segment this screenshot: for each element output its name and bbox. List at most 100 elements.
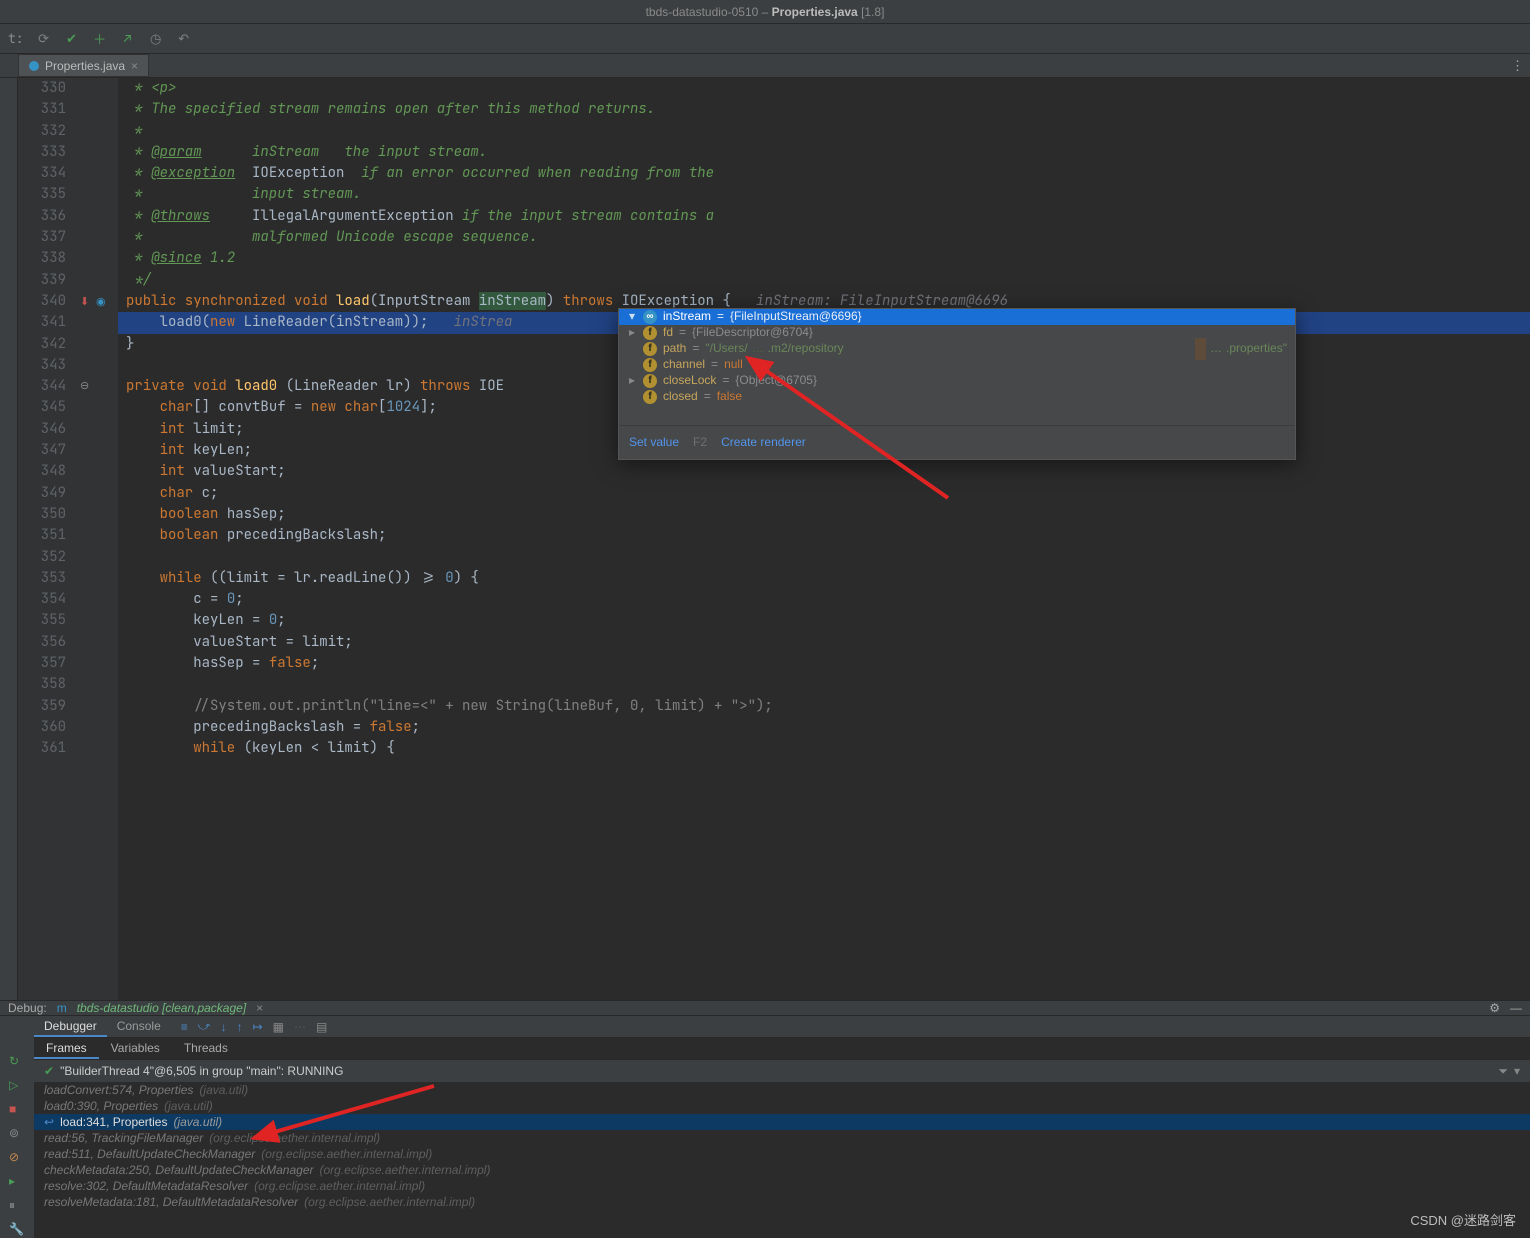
stack-frame[interactable]: load0:390, Properties (java.util) [34, 1098, 1530, 1114]
editor-tabstrip: Properties.java × ⋮ [0, 54, 1530, 78]
line-number: 357 [18, 653, 66, 674]
tab-properties-java[interactable]: Properties.java × [18, 54, 149, 77]
debug-header: Debug: m tbds-datastudio [clean,package]… [0, 1001, 1530, 1016]
debug-label: Debug: [8, 1001, 47, 1015]
step-into-icon[interactable]: ↓ [221, 1020, 227, 1034]
line-number: 358 [18, 674, 66, 695]
line-number: 335 [18, 184, 66, 205]
show-breakpoints-icon[interactable]: ⊚ [9, 1126, 25, 1142]
run-icon[interactable]: ▸ [9, 1174, 25, 1190]
line-number: 351 [18, 525, 66, 546]
frame-text: resolveMetadata:181, DefaultMetadataReso… [44, 1195, 298, 1209]
stack-frame[interactable]: read:56, TrackingFileManager(org.eclipse… [34, 1130, 1530, 1146]
debug-config-name[interactable]: tbds-datastudio [clean,package] [77, 1001, 246, 1015]
close-tab-icon[interactable]: × [256, 1001, 263, 1015]
evaluate-icon[interactable]: ▦ [273, 1020, 284, 1034]
title-file: Properties.java [772, 5, 858, 19]
stack-frame[interactable]: loadConvert:574, Properties(java.util) [34, 1082, 1530, 1098]
frames-panel: Debugger Console ≡ ⤻ ↓ ↑ ↦ ▦ ⋯ ▤ Frames … [34, 1016, 1530, 1238]
tab-label: Properties.java [45, 59, 125, 73]
line-number: 337 [18, 227, 66, 248]
check-icon[interactable]: ✔ [64, 31, 80, 47]
create-renderer-link[interactable]: Create renderer [721, 432, 806, 453]
frame-package: (org.eclipse.aether.internal.impl) [261, 1147, 432, 1161]
settings-icon[interactable]: ⚙ [1489, 1001, 1500, 1015]
tools-icon[interactable]: 🔧 [9, 1222, 25, 1238]
line-number-gutter: 3303313323333343353363373383393403413423… [18, 78, 78, 1000]
pause-icon[interactable]: ⏸ [9, 1198, 25, 1214]
stack-frame[interactable]: resolve:302, DefaultMetadataResolver(org… [34, 1178, 1530, 1194]
thread-selector[interactable]: ✔ "BuilderThread 4"@6,505 in group "main… [34, 1060, 1530, 1082]
undo-icon[interactable]: ↶ [176, 31, 192, 47]
funnel-icon[interactable]: ▾ [1514, 1064, 1520, 1079]
line-number: 343 [18, 355, 66, 376]
frame-text: read:56, TrackingFileManager [44, 1131, 203, 1145]
plus-icon[interactable]: ＋ [92, 31, 108, 47]
line-number: 359 [18, 696, 66, 717]
filter-icon[interactable]: ⏷ [1498, 1064, 1508, 1079]
popup-field-row[interactable]: fpath = "/Users/….m2/repository ….proper… [619, 341, 1295, 357]
stop-icon[interactable]: ■ [9, 1102, 25, 1118]
line-number: 342 [18, 334, 66, 355]
set-value-shortcut: F2 [693, 432, 707, 453]
override-icon[interactable]: ⬇ [80, 292, 89, 313]
frames-list[interactable]: loadConvert:574, Properties(java.util)lo… [34, 1082, 1530, 1210]
mute-breakpoints-icon[interactable]: ⊘ [9, 1150, 25, 1166]
title-sdk: [1.8] [861, 5, 884, 19]
line-number: 348 [18, 461, 66, 482]
run-to-cursor-icon[interactable]: ↦ [253, 1020, 263, 1034]
history-icon[interactable]: ◷ [148, 31, 164, 47]
line-number: 338 [18, 248, 66, 269]
tabs-more-icon[interactable]: ⋮ [1511, 57, 1524, 74]
toolbar-label: t: [8, 30, 24, 47]
set-value-link[interactable]: Set value [629, 432, 679, 453]
minimize-icon[interactable]: — [1510, 1001, 1522, 1015]
stack-frame[interactable]: ↩load:341, Properties(java.util) [34, 1114, 1530, 1130]
chevron-right-icon[interactable] [627, 386, 637, 407]
field-value: {Object@6705} [735, 370, 817, 391]
line-number: 349 [18, 483, 66, 504]
rerun-icon[interactable]: ↻ [9, 1054, 25, 1070]
collapse-icon[interactable]: ⊖ [80, 376, 89, 397]
more-debug-icon[interactable]: ⋯ [294, 1020, 306, 1034]
line-number: 346 [18, 419, 66, 440]
subtab-variables[interactable]: Variables [99, 1038, 172, 1059]
step-out-icon[interactable]: ↑ [237, 1020, 243, 1034]
popup-field-row[interactable]: fclosed = false [619, 389, 1295, 405]
debug-tabs: Debugger Console ≡ ⤻ ↓ ↑ ↦ ▦ ⋯ ▤ [34, 1016, 1530, 1038]
debug-toolwindow: Debug: m tbds-datastudio [clean,package]… [0, 1000, 1530, 1235]
threads-icon[interactable]: ≡ [181, 1020, 188, 1034]
editor-main: Reader Mode ✔ 33033133233333433533633733… [0, 78, 1530, 1000]
code-body[interactable]: * <p> * The specified stream remains ope… [118, 78, 1530, 1000]
close-icon[interactable]: × [131, 59, 138, 73]
frame-text: load:341, Properties [60, 1115, 167, 1129]
stack-frame[interactable]: resolveMetadata:181, DefaultMetadataReso… [34, 1194, 1530, 1210]
frame-package: (org.eclipse.aether.internal.impl) [304, 1195, 475, 1209]
tab-console[interactable]: Console [107, 1016, 171, 1037]
resume-icon[interactable]: ▷ [9, 1078, 25, 1094]
debug-variable-popup[interactable]: ▾ ∞ inStream = {FileInputStream@6696} ▸f… [618, 308, 1296, 460]
frame-package: (java.util) [199, 1083, 248, 1097]
layout-icon[interactable]: ▤ [316, 1020, 327, 1034]
thread-label: "BuilderThread 4"@6,505 in group "main":… [60, 1064, 343, 1078]
subtab-threads[interactable]: Threads [172, 1038, 240, 1059]
line-number: 341 [18, 312, 66, 333]
sync-icon[interactable]: ⟳ [36, 31, 52, 47]
toolwindow-stripe-left[interactable] [0, 78, 18, 1000]
stack-frame[interactable]: checkMetadata:250, DefaultUpdateCheckMan… [34, 1162, 1530, 1178]
line-number: 334 [18, 163, 66, 184]
line-number: 330 [18, 78, 66, 99]
line-number: 339 [18, 270, 66, 291]
subtab-frames[interactable]: Frames [34, 1038, 99, 1059]
implements-icon[interactable]: ◉ [96, 292, 106, 313]
frame-package: (org.eclipse.aether.internal.impl) [254, 1179, 425, 1193]
frame-text: load0:390, Properties [44, 1099, 158, 1113]
step-over-icon[interactable]: ⤻ [198, 1019, 211, 1034]
code-editor[interactable]: 3303313323333343353363373383393403413423… [18, 78, 1530, 1000]
field-icon: f [643, 390, 657, 404]
line-number: 345 [18, 397, 66, 418]
frame-package: (java.util) [164, 1099, 213, 1113]
commit-arrow-icon[interactable]: ↗ [120, 31, 136, 47]
stack-frame[interactable]: read:511, DefaultUpdateCheckManager(org.… [34, 1146, 1530, 1162]
tab-debugger[interactable]: Debugger [34, 1016, 107, 1037]
